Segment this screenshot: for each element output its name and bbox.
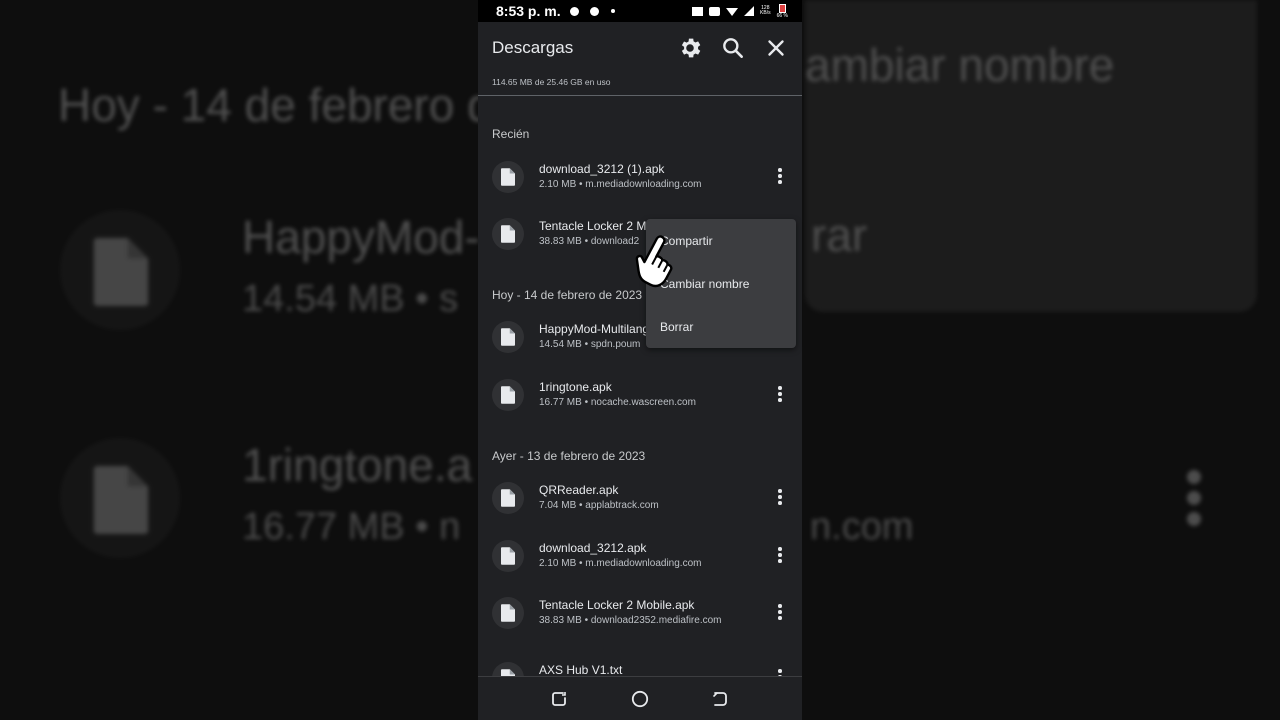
more-options-icon[interactable] (774, 604, 786, 624)
list-item[interactable]: download_3212.apk 2.10 MB • m.mediadownl… (478, 531, 802, 583)
background-menu-text: ambiar nombre (805, 39, 1115, 91)
close-button[interactable] (763, 35, 789, 61)
background-file1-meta: 14.54 MB • s (242, 278, 459, 320)
battery-icon (778, 3, 786, 13)
background-file-icon (60, 210, 180, 330)
section-header-yesterday: Ayer - 13 de febrero de 2023 (492, 449, 646, 463)
file-icon (93, 238, 149, 306)
file-icon-container (492, 321, 524, 353)
notification-icon (590, 7, 599, 16)
file-name: download_3212 (1).apk (539, 162, 665, 176)
background-heading: Hoy - 14 de febrero d (58, 79, 493, 131)
background-file2-meta: 16.77 MB • n (242, 506, 461, 548)
file-icon (501, 225, 515, 243)
file-meta: 38.83 MB • download2 (539, 236, 640, 247)
file-icon (501, 386, 515, 404)
list-item[interactable]: download_3212 (1).apk 2.10 MB • m.mediad… (478, 152, 802, 204)
signal-icon (744, 6, 755, 16)
file-name: HappyMod-Multilang (539, 322, 650, 336)
status-bar: 8:53 p. m. 128 KB/s 66 % (478, 0, 802, 22)
file-icon-container (492, 540, 524, 572)
more-options-icon[interactable] (774, 168, 786, 188)
section-header-recent: Recién (492, 127, 530, 141)
background-menu-panel: ambiar nombre rar (805, 0, 1257, 312)
file-name: AXS Hub V1.txt (539, 663, 623, 677)
back-icon (713, 692, 727, 706)
notification-icon (570, 7, 579, 16)
search-button[interactable] (720, 35, 746, 61)
background-file1-name: HappyMod- (242, 211, 480, 263)
wifi-icon (726, 8, 739, 16)
file-icon-container (492, 482, 524, 514)
file-icon-container (492, 597, 524, 629)
recents-button[interactable] (549, 689, 569, 709)
file-name: 1ringtone.apk (539, 380, 612, 394)
app-bar: Descargas (478, 22, 802, 72)
file-name: download_3212.apk (539, 541, 647, 555)
file-icon (501, 328, 515, 346)
file-name: Tentacle Locker 2 Mobile.apk (539, 598, 695, 612)
recents-icon (552, 692, 566, 706)
list-item[interactable]: QRReader.apk 7.04 MB • applabtrack.com (478, 473, 802, 525)
divider (478, 95, 802, 96)
close-icon (768, 40, 784, 56)
menu-item-delete[interactable]: Borrar (660, 320, 693, 334)
home-icon (631, 690, 649, 708)
navigation-bar (478, 676, 802, 720)
gear-icon (681, 38, 701, 58)
cast-icon (692, 6, 704, 16)
file-icon (501, 489, 515, 507)
more-options-icon[interactable] (774, 386, 786, 406)
battery: 66 % (776, 3, 788, 19)
status-time: 8:53 p. m. (496, 3, 561, 19)
file-name: QRReader.apk (539, 483, 619, 497)
background-file2-name: 1ringtone.a (242, 439, 473, 491)
background-right-fragment: rar (811, 209, 868, 261)
search-icon (723, 38, 743, 58)
background-kebab-icon (1187, 470, 1203, 533)
more-options-icon[interactable] (774, 489, 786, 509)
status-icons: 128 KB/s 66 % (692, 3, 788, 19)
home-button[interactable] (630, 689, 650, 709)
file-meta: 7.04 MB • applabtrack.com (539, 500, 659, 511)
more-options-icon[interactable] (774, 547, 786, 567)
battery-percent: 66 % (776, 12, 788, 19)
file-icon-container (492, 161, 524, 193)
file-icon (93, 466, 149, 534)
list-item[interactable]: Tentacle Locker 2 Mobile.apk 38.83 MB • … (478, 588, 802, 640)
storage-usage: 114.65 MB de 25.46 GB en uso (492, 77, 611, 87)
hand-cursor-icon (626, 232, 682, 290)
vibrate-icon (709, 6, 721, 16)
file-meta: 14.54 MB • spdn.poum (539, 339, 641, 350)
section-header-today: Hoy - 14 de febrero de 2023 (492, 288, 643, 302)
file-meta: 16.77 MB • nocache.wascreen.com (539, 397, 696, 408)
settings-button[interactable] (677, 35, 703, 61)
background-file-icon (60, 438, 180, 558)
more-notifications-icon (611, 9, 615, 13)
file-icon (501, 168, 515, 186)
pointer-hand-icon (635, 235, 673, 288)
file-icon (501, 604, 515, 622)
page-title: Descargas (492, 38, 574, 57)
file-icon-container (492, 218, 524, 250)
back-button[interactable] (710, 689, 730, 709)
file-meta: 2.10 MB • m.mediadownloading.com (539, 179, 702, 190)
list-item[interactable]: 1ringtone.apk 16.77 MB • nocache.wascree… (478, 370, 802, 422)
net-speed-unit: KB/s (760, 10, 771, 16)
net-speed: 128 KB/s (760, 6, 771, 16)
file-name: Tentacle Locker 2 M (539, 219, 647, 233)
background-file2-meta-right: n.com (810, 506, 914, 548)
file-meta: 38.83 MB • download2352.mediafire.com (539, 615, 722, 626)
file-icon (501, 547, 515, 565)
file-icon-container (492, 379, 524, 411)
phone-screen: 8:53 p. m. 128 KB/s 66 % Descargas 114.6… (478, 0, 802, 720)
file-meta: 2.10 MB • m.mediadownloading.com (539, 558, 702, 569)
